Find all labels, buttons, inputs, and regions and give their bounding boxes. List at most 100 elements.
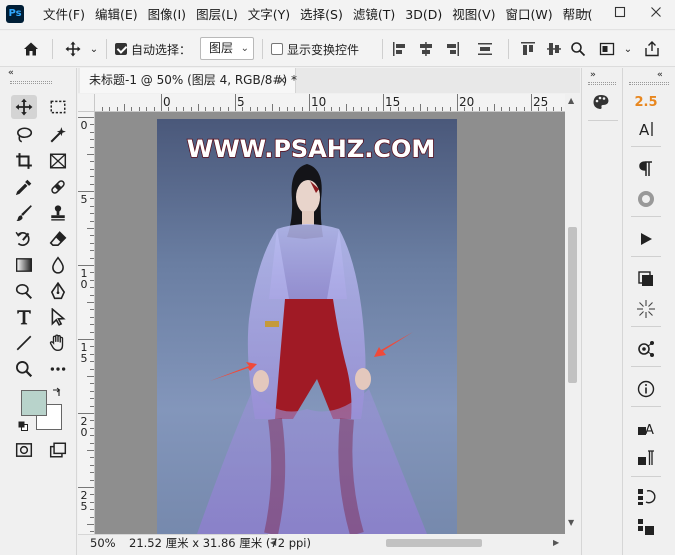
- scroll-right-icon[interactable]: ▶: [553, 538, 559, 547]
- align-right-edges-button[interactable]: [442, 39, 462, 59]
- menu-type[interactable]: 文字(Y): [243, 0, 295, 30]
- more-icon: [50, 367, 66, 371]
- gradient-tool[interactable]: [11, 253, 37, 277]
- line-tool[interactable]: [11, 331, 37, 355]
- close-window-button[interactable]: [638, 0, 674, 24]
- brush-tool[interactable]: [11, 201, 37, 225]
- align-vertical-centers-button[interactable]: [544, 39, 564, 59]
- paragraph-panel-button[interactable]: [631, 156, 661, 182]
- scroll-down-icon[interactable]: ▼: [568, 518, 574, 527]
- chevron-down-icon[interactable]: ⌄: [622, 41, 634, 57]
- swap-colors-icon[interactable]: [52, 386, 62, 396]
- default-colors-icon[interactable]: [18, 420, 28, 431]
- horizontal-ruler[interactable]: 0 5 10 15 20 25: [95, 94, 565, 112]
- history-brush-tool[interactable]: [11, 227, 37, 251]
- panel-grip[interactable]: [629, 82, 669, 85]
- menu-layer[interactable]: 图层(L): [191, 0, 243, 30]
- menu-image[interactable]: 图像(I): [143, 0, 191, 30]
- chevron-down-icon[interactable]: ⌄: [88, 41, 100, 57]
- menu-file[interactable]: 文件(F): [38, 0, 90, 30]
- frame-tool[interactable]: [45, 149, 71, 173]
- eyedropper-tool[interactable]: [11, 175, 37, 199]
- close-tab-icon[interactable]: ×: [277, 68, 287, 93]
- adjustments-button[interactable]: [631, 514, 661, 540]
- canvas-workspace[interactable]: WWW.PSAHZ.COM: [95, 112, 565, 534]
- type-icon: [17, 310, 31, 325]
- info-panel-button[interactable]: [631, 376, 661, 402]
- clone-source-button[interactable]: [631, 336, 661, 362]
- ruler-tick: [161, 94, 162, 111]
- ruler-tick: [279, 107, 281, 111]
- align-top-edges-button[interactable]: [518, 39, 538, 59]
- color-palette-button[interactable]: [586, 89, 616, 115]
- pen-tool[interactable]: [45, 279, 71, 303]
- paragraph-styles-button[interactable]: [631, 446, 661, 472]
- search-button[interactable]: [568, 39, 588, 59]
- character-panel-button[interactable]: A: [631, 116, 661, 142]
- share-button[interactable]: [642, 39, 662, 59]
- workspace-button[interactable]: [597, 39, 617, 59]
- menu-window[interactable]: 窗口(W): [501, 0, 558, 30]
- blur-tool[interactable]: [45, 253, 71, 277]
- zoom-level[interactable]: 50%: [90, 535, 116, 552]
- foreground-color-swatch[interactable]: [21, 390, 47, 416]
- ruler-tick: [90, 435, 94, 437]
- menu-filter[interactable]: 滤镜(T): [348, 0, 400, 30]
- bandage-icon: [51, 180, 65, 194]
- align-horizontal-centers-button[interactable]: [416, 39, 436, 59]
- layer-comps-icon: [638, 271, 653, 286]
- history-button[interactable]: [631, 484, 661, 510]
- auto-select-checkbox[interactable]: [114, 42, 128, 56]
- vertical-scrollbar[interactable]: ▲ ▼: [565, 94, 580, 534]
- actions-button[interactable]: [631, 226, 661, 252]
- show-transform-checkbox[interactable]: [270, 42, 284, 56]
- zoom-tool[interactable]: [11, 357, 37, 381]
- menu-edit[interactable]: 编辑(E): [90, 0, 143, 30]
- magic-wand-tool[interactable]: [45, 123, 71, 147]
- horizontal-scroll-thumb[interactable]: [386, 539, 482, 547]
- vertical-scroll-thumb[interactable]: [568, 227, 577, 383]
- character-styles-button[interactable]: A: [631, 416, 661, 442]
- toolbar-grip[interactable]: [10, 81, 52, 84]
- layers-comp-button[interactable]: [631, 266, 661, 292]
- more-tools-button[interactable]: [45, 357, 71, 381]
- move-tool-preset[interactable]: [62, 38, 84, 60]
- brush-size-indicator[interactable]: 2.5: [631, 89, 661, 115]
- document-tab[interactable]: 未标题-1 @ 50% (图层 4, RGB/8#) * ×: [80, 68, 297, 93]
- vertical-ruler[interactable]: 0 5 10 15 20 25: [78, 112, 95, 534]
- path-selection-tool[interactable]: [45, 305, 71, 329]
- lasso-tool[interactable]: [11, 123, 37, 147]
- scroll-up-icon[interactable]: ▲: [568, 96, 574, 105]
- eraser-tool[interactable]: [45, 227, 71, 251]
- ruler-tick: [434, 107, 436, 111]
- screen-mode-button[interactable]: [45, 438, 71, 462]
- menu-select[interactable]: 选择(S): [295, 0, 348, 30]
- panel-grip[interactable]: [588, 82, 616, 85]
- clone-stamp-tool[interactable]: [45, 201, 71, 225]
- healing-brush-tool[interactable]: [45, 175, 71, 199]
- libraries-button[interactable]: [631, 186, 661, 212]
- minimize-button[interactable]: [566, 0, 602, 24]
- home-button[interactable]: [20, 38, 42, 60]
- expand-panel-icon[interactable]: «: [657, 70, 663, 80]
- hand-tool[interactable]: [45, 331, 71, 355]
- align-left-edges-button[interactable]: [390, 39, 410, 59]
- collapse-panel-icon[interactable]: »: [590, 70, 596, 80]
- menu-3d[interactable]: 3D(D): [400, 0, 447, 30]
- type-tool[interactable]: [11, 305, 37, 329]
- distribute-vertical-button[interactable]: [475, 39, 495, 59]
- move-tool[interactable]: [11, 95, 37, 119]
- dodge-tool[interactable]: [11, 279, 37, 303]
- collapse-toolbar-icon[interactable]: «: [8, 68, 14, 78]
- brushes-button[interactable]: [631, 296, 661, 322]
- maximize-button[interactable]: [602, 0, 638, 24]
- document-canvas[interactable]: WWW.PSAHZ.COM: [157, 119, 457, 534]
- crop-tool[interactable]: [11, 149, 37, 173]
- layer-dropdown[interactable]: 图层 ⌄: [200, 37, 254, 60]
- ruler-tick: [294, 107, 296, 111]
- horizontal-scrollbar[interactable]: ◀ ▶: [268, 535, 565, 550]
- marquee-tool[interactable]: [45, 95, 71, 119]
- menu-view[interactable]: 视图(V): [447, 0, 500, 30]
- quick-mask-button[interactable]: [11, 438, 37, 462]
- ruler-origin[interactable]: [78, 94, 95, 112]
